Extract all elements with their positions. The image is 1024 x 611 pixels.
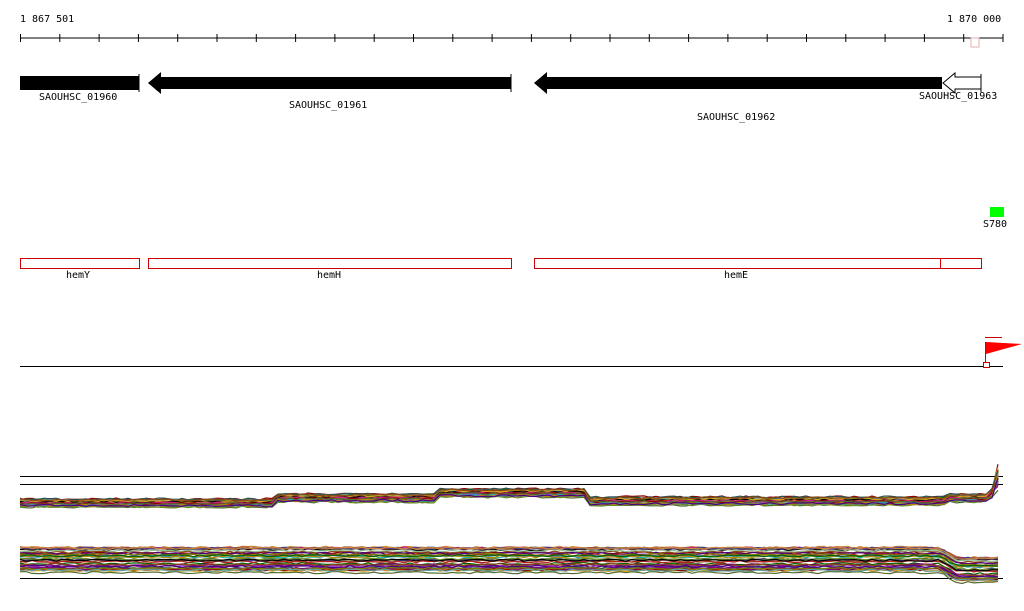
operon-gene-hemh[interactable] — [148, 258, 512, 269]
ruler-position-marker — [970, 37, 980, 48]
track-canvas — [19, 34, 1022, 585]
operon-gene-heme[interactable] — [534, 258, 941, 269]
operon-gene-unnamed[interactable] — [940, 258, 982, 269]
operon-label-heme: hemE — [724, 270, 749, 281]
gene-arrow-saouhsc-01961[interactable] — [148, 72, 511, 94]
operon-gene-hemy[interactable] — [20, 258, 140, 269]
gene-arrow-saouhsc-01962[interactable] — [534, 72, 942, 94]
expression-track-2 — [19, 545, 1003, 585]
genome-browser-viewer: 1 867 501 1 870 000 SAOUHSC_01960 SAOUHS… — [0, 0, 1024, 611]
operon-track — [20, 258, 982, 269]
srna-label: S780 — [983, 219, 1008, 230]
ruler — [20, 34, 1004, 48]
expression-track-1 — [19, 464, 1003, 509]
gene-label-saouhsc-01963: SAOUHSC_01963 — [919, 91, 998, 102]
gene-track — [20, 71, 982, 95]
gene-arrow-saouhsc-01960[interactable] — [20, 76, 139, 90]
expression-profile-line — [19, 568, 999, 582]
tss-track — [20, 337, 1022, 368]
gene-label-saouhsc-01962: SAOUHSC_01962 — [697, 112, 776, 123]
srna-s780-box[interactable] — [990, 207, 1004, 217]
tss-marker — [983, 362, 990, 368]
gene-label-saouhsc-01960: SAOUHSC_01960 — [39, 92, 118, 103]
gene-arrow-saouhsc-01963[interactable] — [942, 71, 982, 95]
gene-label-saouhsc-01961: SAOUHSC_01961 — [289, 100, 368, 111]
tss-flag-icon[interactable] — [986, 342, 1022, 354]
expression-profile-line — [19, 570, 999, 585]
operon-label-hemh: hemH — [317, 270, 342, 281]
operon-label-hemy: hemY — [66, 270, 91, 281]
